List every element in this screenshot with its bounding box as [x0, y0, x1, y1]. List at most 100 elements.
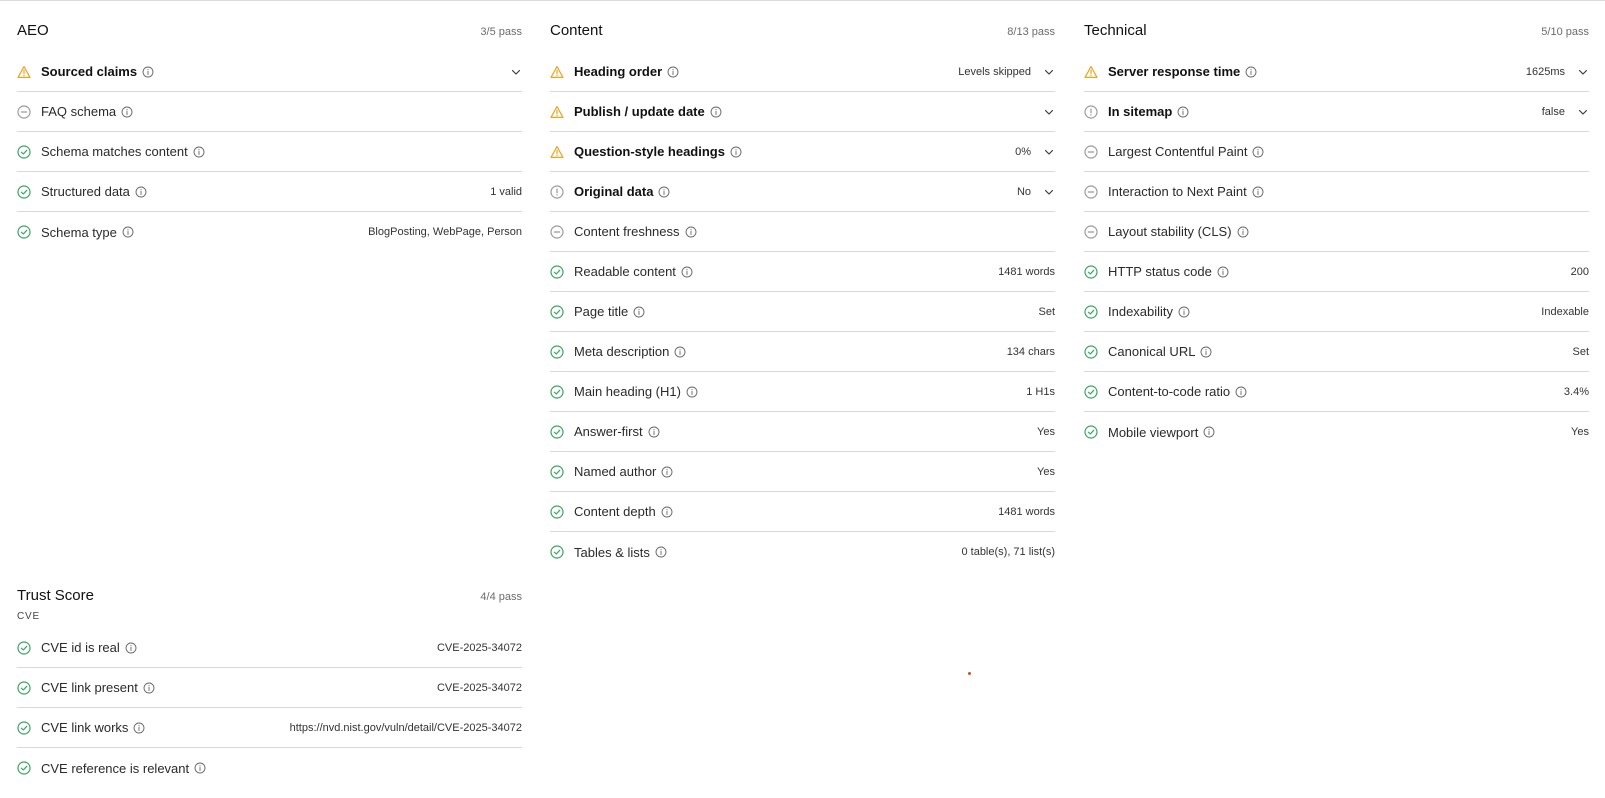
check-label: Layout stability (CLS) [1108, 224, 1249, 239]
info-icon[interactable] [143, 682, 155, 694]
chevron-down-icon[interactable] [510, 66, 522, 78]
check-row-readable-content: Readable content 1481 words [550, 252, 1055, 292]
check-circle-icon [550, 424, 564, 439]
check-label-text: Tables & lists [574, 544, 650, 560]
check-row-in-sitemap[interactable]: In sitemap false [1084, 92, 1589, 132]
minus-circle-icon [1084, 184, 1098, 199]
check-label: Server response time [1108, 64, 1257, 79]
info-icon[interactable] [1217, 266, 1229, 278]
technical-title: Technical [1084, 22, 1147, 39]
chevron-down-icon[interactable] [1043, 106, 1055, 118]
check-circle-icon [550, 264, 564, 279]
chevron-down-icon[interactable] [1043, 146, 1055, 158]
info-icon[interactable] [674, 346, 686, 358]
warning-triangle-icon [17, 65, 31, 79]
chevron-down-icon[interactable] [1043, 186, 1055, 198]
check-row-layout-stability-cls: Layout stability (CLS) [1084, 212, 1589, 252]
check-label-text: In sitemap [1108, 104, 1173, 119]
warning-triangle-icon [550, 145, 564, 159]
trust-panel: Trust Score 4/4 pass CVE CVE id is real C… [17, 587, 522, 788]
info-icon[interactable] [1178, 306, 1190, 318]
check-label: CVE link works [41, 720, 145, 735]
check-circle-icon [17, 144, 31, 159]
check-label: Canonical URL [1108, 344, 1212, 359]
check-label: Mobile viewport [1108, 425, 1215, 440]
check-label-text: Publish / update date [574, 104, 705, 119]
info-icon[interactable] [661, 506, 673, 518]
info-icon[interactable] [125, 642, 137, 654]
warning-triangle-icon [550, 65, 564, 79]
info-icon[interactable] [1200, 346, 1212, 358]
check-label: Main heading (H1) [574, 384, 698, 399]
aeo-check-list: Sourced claims FAQ schema Schema matches c… [17, 52, 522, 252]
info-icon[interactable] [193, 146, 205, 158]
check-label: Content-to-code ratio [1108, 384, 1247, 399]
check-row-original-data[interactable]: Original data No [550, 172, 1055, 212]
info-icon[interactable] [686, 386, 698, 398]
minus-circle-icon [17, 104, 31, 119]
info-icon[interactable] [710, 106, 722, 118]
info-icon[interactable] [1252, 146, 1264, 158]
check-circle-icon [1084, 344, 1098, 359]
check-value: Set [1572, 345, 1589, 358]
info-icon[interactable] [661, 466, 673, 478]
info-icon[interactable] [648, 426, 660, 438]
info-icon[interactable] [194, 762, 206, 774]
check-row-heading-order[interactable]: Heading order Levels skipped [550, 52, 1055, 92]
check-row-publish-update-date[interactable]: Publish / update date [550, 92, 1055, 132]
chevron-down-icon[interactable] [1577, 106, 1589, 118]
info-icon[interactable] [122, 226, 134, 238]
info-icon[interactable] [633, 306, 645, 318]
info-icon[interactable] [1177, 106, 1189, 118]
check-label-text: Main heading (H1) [574, 384, 681, 399]
check-row-interaction-to-next-paint: Interaction to Next Paint [1084, 172, 1589, 212]
check-label: Original data [574, 184, 670, 199]
check-row-page-title: Page title Set [550, 292, 1055, 332]
check-label-text: Structured data [41, 184, 130, 199]
info-icon[interactable] [667, 66, 679, 78]
info-icon[interactable] [655, 546, 667, 558]
chevron-down-icon[interactable] [1043, 66, 1055, 78]
check-label: Indexability [1108, 304, 1190, 319]
info-icon[interactable] [685, 226, 697, 238]
trust-title: Trust Score [17, 587, 94, 604]
check-label: Meta description [574, 344, 686, 359]
chevron-down-icon[interactable] [1577, 66, 1589, 78]
info-icon[interactable] [658, 186, 670, 198]
check-circle-icon [550, 344, 564, 359]
check-circle-icon [17, 680, 31, 695]
check-circle-icon [1084, 264, 1098, 279]
info-icon[interactable] [133, 722, 145, 734]
info-icon[interactable] [681, 266, 693, 278]
info-icon[interactable] [1237, 226, 1249, 238]
info-icon[interactable] [1235, 386, 1247, 398]
check-label-text: Named author [574, 464, 657, 479]
check-row-schema-matches-content: Schema matches content [17, 132, 522, 172]
check-value: Indexable [1541, 305, 1589, 318]
check-row-largest-contentful-paint: Largest Contentful Paint [1084, 132, 1589, 172]
info-icon[interactable] [730, 146, 742, 158]
check-row-meta-description: Meta description 134 chars [550, 332, 1055, 372]
info-icon[interactable] [121, 106, 133, 118]
check-label: Structured data [41, 184, 147, 199]
exclamation-circle-icon [550, 184, 564, 199]
check-row-question-style-headings[interactable]: Question-style headings 0% [550, 132, 1055, 172]
check-label: Answer-first [574, 424, 660, 439]
info-icon[interactable] [135, 186, 147, 198]
check-label-text: Interaction to Next Paint [1108, 184, 1247, 199]
check-circle-icon [550, 384, 564, 399]
info-icon[interactable] [1252, 186, 1264, 198]
check-label-text: Readable content [574, 264, 676, 279]
info-icon[interactable] [1203, 426, 1215, 438]
info-icon[interactable] [1245, 66, 1257, 78]
info-icon[interactable] [142, 66, 154, 78]
check-row-sourced-claims[interactable]: Sourced claims [17, 52, 522, 92]
check-label-text: Largest Contentful Paint [1108, 144, 1248, 159]
check-label: CVE id is real [41, 640, 137, 655]
check-row-faq-schema: FAQ schema [17, 92, 522, 132]
technical-panel: Technical 5/10 pass Server response time… [1084, 22, 1589, 452]
check-row-cve-reference-is-relevant: CVE reference is relevant [17, 748, 522, 788]
minus-circle-icon [550, 224, 564, 239]
check-row-server-response-time[interactable]: Server response time 1625ms [1084, 52, 1589, 92]
aeo-panel: AEO 3/5 pass Sourced claims FAQ schema Sch… [17, 22, 522, 252]
